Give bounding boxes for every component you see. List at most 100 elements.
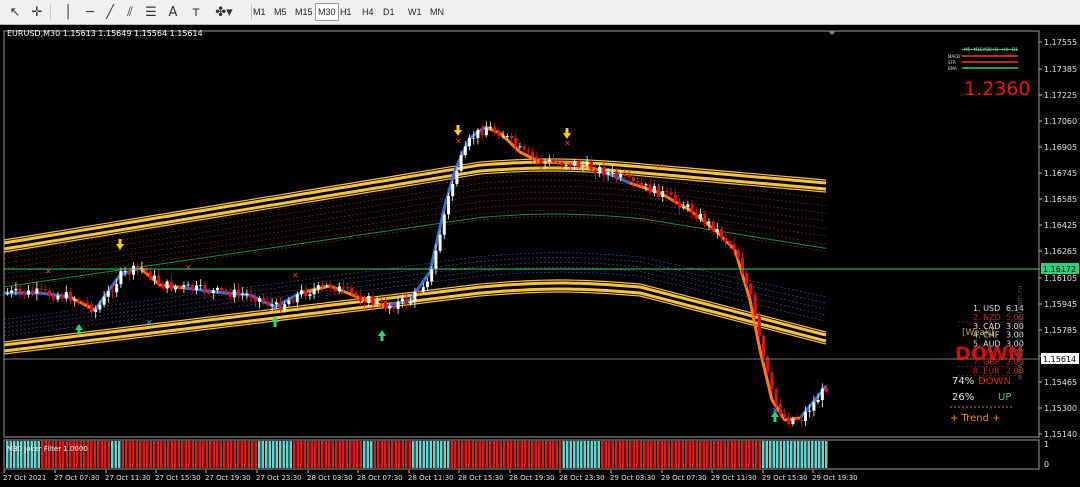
vertical-line-icon[interactable]: │ — [58, 3, 78, 21]
time-tick-label: 29 Oct 11:30 — [711, 474, 757, 482]
histogram-bar — [643, 441, 646, 468]
fibonacci-icon[interactable]: ☰ — [141, 3, 161, 21]
histogram-bar — [562, 441, 565, 468]
signal-table-row-label: MACD — [948, 54, 960, 59]
candle-body — [211, 290, 215, 294]
cursor-icon[interactable]: ↖ — [5, 3, 25, 21]
histogram-bar — [104, 441, 107, 468]
histogram-bar — [174, 441, 177, 468]
candle-body — [136, 265, 140, 269]
price-tick-label: 1.17555 — [1044, 38, 1077, 47]
histogram-bar — [653, 441, 656, 468]
histogram-bar — [436, 441, 439, 468]
text-label-icon[interactable]: ᴛ — [186, 3, 206, 21]
histogram-bar — [268, 441, 271, 468]
subwindow-scale-top: 1 — [1044, 440, 1049, 449]
candle-body — [342, 286, 345, 288]
histogram-bar — [167, 441, 170, 468]
candle-body — [627, 176, 631, 178]
candle-body — [505, 135, 509, 137]
histogram-bar — [275, 441, 278, 468]
histogram-bar — [825, 441, 828, 468]
histogram-bar — [716, 441, 719, 468]
price-tick-label: 1.15785 — [1044, 326, 1077, 335]
timeframe-m15-button[interactable]: M15 — [293, 3, 315, 21]
histogram-bar — [454, 441, 457, 468]
histogram-bar — [741, 441, 744, 468]
candle-body — [153, 275, 156, 280]
price-chart[interactable]: ✕ ✕ ✕ ✕ ✕ ✕ ✕ ✕ EURUSD,M30 1.15613 1.15649 1.15… — [0, 25, 1080, 487]
histogram-bar — [548, 441, 551, 468]
histogram-bar — [534, 441, 537, 468]
candle-body — [60, 295, 64, 299]
histogram-bar — [447, 441, 450, 468]
timeframe-m30-button[interactable]: M30 — [315, 3, 339, 21]
timeframe-w1-button[interactable]: W1 — [406, 3, 424, 21]
timeframe-mn-button[interactable]: MN — [428, 3, 446, 21]
candle-body — [640, 182, 644, 186]
candle-body — [27, 290, 30, 295]
candle-body — [804, 411, 807, 421]
candle-body — [216, 287, 219, 291]
text-icon[interactable]: A — [163, 3, 183, 21]
histogram-bar — [468, 441, 471, 468]
histogram-bar — [762, 441, 765, 468]
candle-body — [564, 165, 568, 167]
histogram-bar — [156, 441, 159, 468]
candle-body — [451, 183, 455, 197]
candle-body — [501, 136, 505, 138]
timeframe-h1-button[interactable]: H1 — [338, 3, 354, 21]
crosshair-icon[interactable]: ✛ — [27, 3, 47, 21]
candle-body — [207, 292, 211, 294]
candle-body — [665, 190, 669, 193]
timeframe-d1-button[interactable]: D1 — [381, 3, 397, 21]
shapes-dropdown-icon[interactable]: ✤▾ — [210, 3, 238, 21]
candle-body — [144, 267, 148, 272]
channel-icon[interactable]: ⫽ — [120, 3, 140, 21]
candle-body — [413, 291, 417, 302]
histogram-bar — [636, 441, 639, 468]
candle-body — [237, 289, 240, 294]
candle-body — [266, 301, 270, 306]
timeframe-m1-button[interactable]: M1 — [251, 3, 268, 21]
histogram-bar — [258, 441, 261, 468]
candle-body — [39, 288, 43, 290]
down-label: DOWN — [978, 376, 1011, 387]
horizontal-line-icon[interactable]: ─ — [80, 3, 100, 21]
candle-body — [795, 418, 799, 420]
candle-body — [568, 165, 572, 167]
current-price-label: 1.15614 — [1043, 355, 1076, 364]
histogram-bar — [685, 441, 688, 468]
candle-body — [661, 190, 665, 197]
candle-body — [636, 181, 639, 183]
candle-body — [741, 257, 744, 273]
histogram-bar — [485, 441, 488, 468]
candle-body — [518, 146, 522, 148]
candle-body — [228, 292, 232, 298]
histogram-bar — [293, 441, 296, 468]
histogram-bar — [209, 441, 212, 468]
histogram-bar — [807, 441, 810, 468]
histogram-bar — [296, 441, 299, 468]
histogram-bar — [363, 441, 366, 468]
timeframe-h4-button[interactable]: H4 — [360, 3, 376, 21]
candle-body — [35, 288, 39, 294]
time-tick-label: 29 Oct 15:30 — [762, 474, 808, 482]
histogram-bar — [184, 441, 187, 468]
candle-body — [300, 290, 303, 295]
histogram-bar — [587, 441, 590, 468]
candle-body — [119, 271, 123, 285]
time-tick-label: 28 Oct 15:30 — [458, 474, 504, 482]
candle-body — [808, 410, 812, 412]
histogram-bar — [671, 441, 674, 468]
histogram-bar — [482, 441, 485, 468]
trendline-icon[interactable]: ╱ — [100, 3, 120, 21]
histogram-bar — [401, 441, 404, 468]
candle-body — [161, 284, 165, 289]
histogram-bar — [681, 441, 684, 468]
histogram-bar — [510, 441, 513, 468]
timeframe-m5-button[interactable]: M5 — [272, 3, 289, 21]
candle-body — [426, 281, 429, 288]
candle-body — [434, 250, 438, 269]
price-tick-label: 1.15945 — [1044, 300, 1077, 309]
